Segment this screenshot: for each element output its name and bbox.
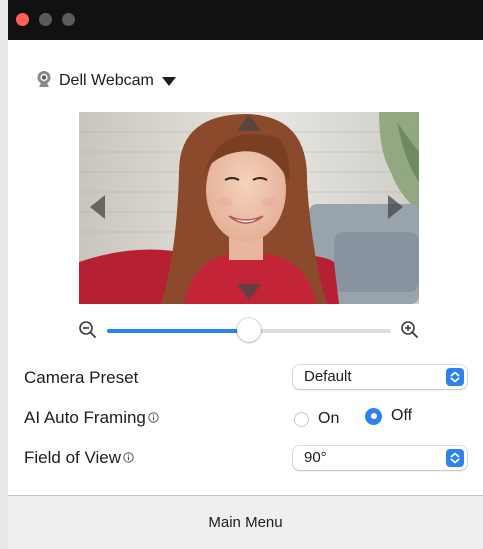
zoom-slider-thumb[interactable] [237,318,261,342]
zoom-out-icon[interactable] [78,320,98,345]
webcam-icon [35,70,53,93]
zoom-slider[interactable] [107,318,391,342]
footer-bar: Main Menu [8,495,483,549]
close-window-button[interactable] [16,13,29,26]
camera-preset-select[interactable]: Default [293,365,467,389]
field-of-view-label: Field of View [24,448,134,468]
window-edge [0,0,8,549]
pan-up-arrow[interactable] [237,115,261,131]
info-icon[interactable] [148,408,159,428]
field-of-view-value: 90° [304,449,327,466]
ai-framing-on-radio[interactable]: On [294,410,339,428]
select-arrows-icon [446,449,464,467]
pan-down-arrow[interactable] [237,284,261,300]
preview-image [79,112,419,304]
radio-unselected-icon [294,411,309,427]
select-arrows-icon [446,368,464,386]
zoom-slider-fill [107,329,249,333]
field-of-view-label-text: Field of View [24,448,122,467]
info-icon[interactable] [123,448,134,468]
camera-preview [79,112,419,304]
camera-preset-value: Default [304,368,352,385]
zoom-in-icon[interactable] [400,320,420,345]
camera-preset-label: Camera Preset [24,368,138,388]
radio-selected-icon [365,407,382,425]
caret-down-icon [161,76,176,86]
ai-framing-off-label: Off [391,407,413,424]
device-name: Dell Webcam [59,72,154,89]
ai-auto-framing-label-text: AI Auto Framing [24,408,146,427]
zoom-window-button[interactable] [62,13,75,26]
minimize-window-button[interactable] [39,13,52,26]
device-selector[interactable]: Dell Webcam [35,70,176,92]
main-menu-button[interactable]: Main Menu [8,496,483,549]
ai-framing-off-radio[interactable]: Off [365,407,412,425]
title-bar [8,0,483,40]
ai-framing-on-label: On [318,410,340,427]
webcam-settings-window: Dell Webcam Camera Preset Default AI Aut… [8,40,483,549]
field-of-view-select[interactable]: 90° [293,446,467,470]
ai-auto-framing-label: AI Auto Framing [24,408,159,428]
camera-preset-label-text: Camera Preset [24,368,139,387]
pan-right-arrow[interactable] [388,195,403,219]
pan-left-arrow[interactable] [90,195,105,219]
